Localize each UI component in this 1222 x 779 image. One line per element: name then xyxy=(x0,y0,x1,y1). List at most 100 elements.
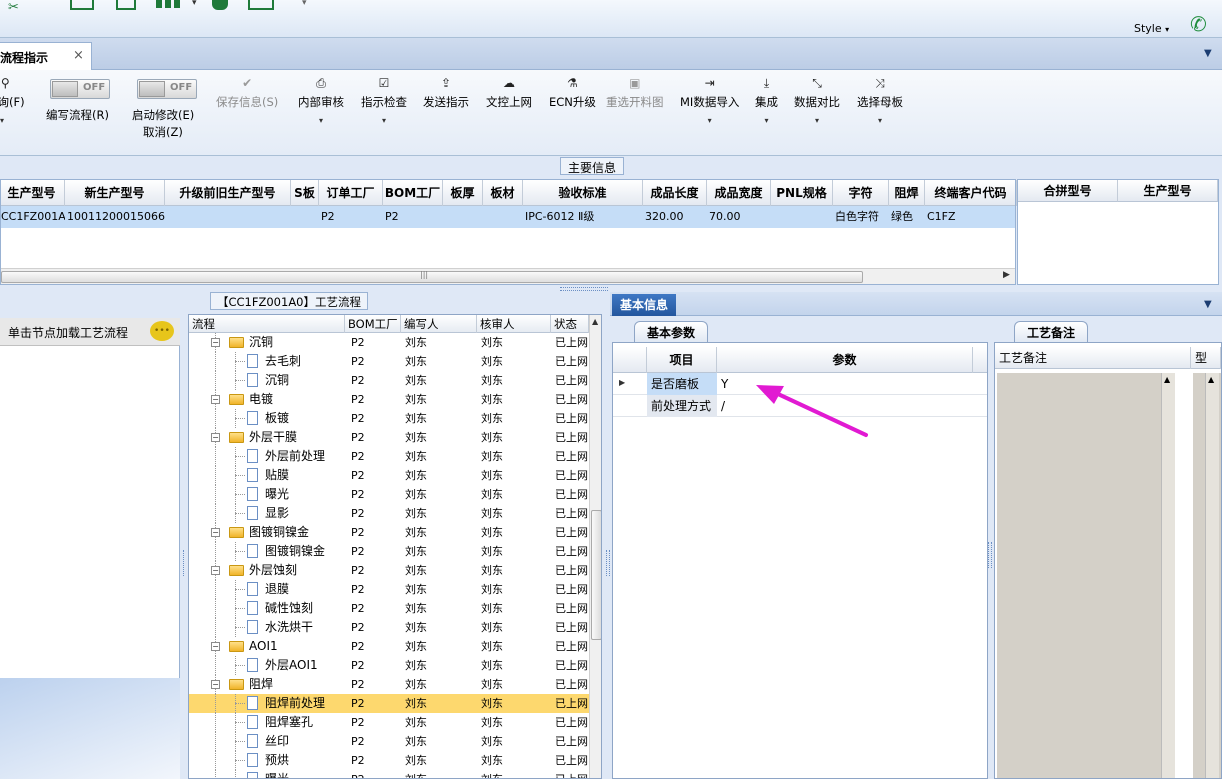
tree-node[interactable]: 外层AOI1 P2 刘东 刘东 已上网 xyxy=(189,656,589,675)
horizontal-splitter[interactable] xyxy=(560,287,608,291)
column-header[interactable]: 状态 xyxy=(551,315,589,333)
internal-review-button[interactable]: ⎙ 内部审核 ▾ xyxy=(298,74,344,125)
reselect-drawing-button[interactable]: ▣ 重选开料图 xyxy=(606,74,664,110)
table-cell[interactable]: P2 xyxy=(319,206,383,228)
table-cell[interactable] xyxy=(443,206,483,228)
mi-import-button[interactable]: ⇥ MI数据导入 ▾ xyxy=(680,74,739,125)
table-cell[interactable]: 10011200015066 xyxy=(65,206,165,228)
remark-textarea[interactable]: ▲ xyxy=(997,373,1175,778)
tab-new-flow-instruction[interactable]: 新流程指示 × xyxy=(0,42,92,70)
column-header[interactable]: PNL规格 xyxy=(771,180,833,206)
tab-list-dropdown-icon[interactable]: ▼ xyxy=(1204,48,1212,59)
tree-node[interactable]: 曝光 P2 刘东 刘东 已上网 xyxy=(189,770,589,778)
collapse-icon[interactable]: − xyxy=(211,680,220,689)
column-header[interactable]: 项目 xyxy=(647,347,717,373)
collapse-icon[interactable]: − xyxy=(211,642,220,651)
scrollbar-thumb[interactable] xyxy=(591,510,601,640)
column-header[interactable]: 成品长度 xyxy=(643,180,707,206)
tree-node[interactable]: 退膜 P2 刘东 刘东 已上网 xyxy=(189,580,589,599)
integrate-button[interactable]: ⤓ 集成 ▾ xyxy=(755,74,778,125)
edit-flow-toggle[interactable]: OFF xyxy=(50,79,110,99)
tree-node[interactable]: − 电镀 P2 刘东 刘东 已上网 xyxy=(189,390,589,409)
collapse-icon[interactable]: − xyxy=(211,395,220,404)
scroll-up-icon[interactable]: ▲ xyxy=(1208,375,1214,384)
column-header[interactable]: 工艺备注 xyxy=(995,347,1191,369)
scroll-right-icon[interactable]: ▶ xyxy=(1003,270,1010,280)
scroll-up-icon[interactable]: ▲ xyxy=(1164,375,1170,384)
collapse-icon[interactable]: − xyxy=(211,338,220,347)
tree-node[interactable]: 阻焊前处理 P2 刘东 刘东 已上网 xyxy=(189,694,589,713)
column-header[interactable]: 字符 xyxy=(833,180,889,206)
collapse-icon[interactable]: − xyxy=(211,528,220,537)
scrollbar-thumb[interactable]: ||| xyxy=(1,270,863,283)
grid-icon[interactable] xyxy=(156,0,180,8)
param-value[interactable]: Y xyxy=(717,373,973,395)
cancel-button[interactable]: 取消(Z) xyxy=(143,124,183,140)
column-header[interactable]: 流程 xyxy=(189,315,345,333)
tree-node[interactable]: − 外层蚀刻 P2 刘东 刘东 已上网 xyxy=(189,561,589,580)
scroll-up-icon[interactable]: ▲ xyxy=(592,317,598,326)
table-cell[interactable]: CC1FZ001A0 xyxy=(0,206,65,228)
column-header[interactable]: 阻焊 xyxy=(889,180,925,206)
upload-file-button[interactable]: ☁ 文控上网 xyxy=(486,74,532,110)
column-header[interactable]: 验收标准 xyxy=(523,180,643,206)
film-icon[interactable] xyxy=(70,0,94,10)
edit-flow-button[interactable]: 编写流程(R) xyxy=(46,107,109,123)
table-cell[interactable] xyxy=(483,206,523,228)
enable-modify-button[interactable]: 启动修改(E) xyxy=(132,107,194,123)
node-list[interactable] xyxy=(0,346,180,678)
tree-node[interactable]: 显影 P2 刘东 刘东 已上网 xyxy=(189,504,589,523)
vertical-scrollbar[interactable]: ▲ xyxy=(1161,373,1175,778)
table-cell[interactable] xyxy=(291,206,319,228)
column-header[interactable]: S板 xyxy=(291,180,319,206)
tree-node[interactable]: 图镀铜镍金 P2 刘东 刘东 已上网 xyxy=(189,542,589,561)
column-header[interactable]: 板材 xyxy=(483,180,523,206)
column-header[interactable]: 核审人 xyxy=(477,315,551,333)
column-header[interactable]: 参数 xyxy=(717,347,973,373)
column-header[interactable]: 订单工厂 xyxy=(319,180,383,206)
column-header[interactable]: BOM工厂 xyxy=(383,180,443,206)
select-master-button[interactable]: ⤨ 选择母板 ▾ xyxy=(857,74,903,125)
column-header[interactable]: 新生产型号 xyxy=(65,180,165,206)
tree-node[interactable]: 沉铜 P2 刘东 刘东 已上网 xyxy=(189,371,589,390)
table-cell[interactable]: 白色字符 xyxy=(833,206,889,228)
table-cell[interactable]: P2 xyxy=(383,206,443,228)
table-cell[interactable] xyxy=(165,206,291,228)
style-menu[interactable]: Style ▾ xyxy=(1134,22,1169,35)
query-button[interactable]: ⚲ 查询(F) ▾ xyxy=(0,74,25,125)
tree-node[interactable]: 去毛刺 P2 刘东 刘东 已上网 xyxy=(189,352,589,371)
table-cell[interactable]: C1FZ xyxy=(925,206,1017,228)
tab-basic-params[interactable]: 基本参数 xyxy=(634,321,709,343)
tree-node[interactable]: 丝印 P2 刘东 刘东 已上网 xyxy=(189,732,589,751)
panel-menu-icon[interactable]: ▼ xyxy=(1204,299,1212,310)
column-header[interactable]: 型 xyxy=(1191,347,1221,369)
ecn-upgrade-button[interactable]: ⚗ ECN升级 xyxy=(549,74,596,110)
param-row[interactable]: ▶ 是否磨板 Y xyxy=(613,373,987,395)
collapse-icon[interactable]: − xyxy=(211,433,220,442)
column-header[interactable]: 编写人 xyxy=(401,315,477,333)
tree-node[interactable]: 阻焊塞孔 P2 刘东 刘东 已上网 xyxy=(189,713,589,732)
vertical-scrollbar[interactable]: ▲ xyxy=(1205,373,1219,778)
table-cell[interactable]: 320.00 xyxy=(643,206,707,228)
user-icon[interactable] xyxy=(212,0,228,10)
send-instruction-button[interactable]: ⇪ 发送指示 xyxy=(423,74,469,110)
tree-node[interactable]: 曝光 P2 刘东 刘东 已上网 xyxy=(189,485,589,504)
tab-basic-info[interactable]: 基本信息 xyxy=(612,294,676,316)
tree-node[interactable]: 贴膜 P2 刘东 刘东 已上网 xyxy=(189,466,589,485)
chevron-down-icon[interactable]: ▾ xyxy=(302,0,307,12)
tree-node[interactable]: 水洗烘干 P2 刘东 刘东 已上网 xyxy=(189,618,589,637)
instruction-check-button[interactable]: ☑ 指示检查 ▾ xyxy=(361,74,407,125)
tree-node[interactable]: − AOI1 P2 刘东 刘东 已上网 xyxy=(189,637,589,656)
tree-node[interactable]: − 图镀铜镍金 P2 刘东 刘东 已上网 xyxy=(189,523,589,542)
column-header[interactable]: 合拼型号 xyxy=(1018,180,1118,202)
data-compare-button[interactable]: ⤡ 数据对比 ▾ xyxy=(794,74,840,125)
vertical-scrollbar[interactable]: ▲ xyxy=(589,315,601,778)
tree-node[interactable]: − 阻焊 P2 刘东 刘东 已上网 xyxy=(189,675,589,694)
tree-node[interactable]: 碱性蚀刻 P2 刘东 刘东 已上网 xyxy=(189,599,589,618)
table-row[interactable]: CC1FZ001A010011200015066 P2P2 IPC-6012 Ⅱ级3… xyxy=(1,206,1015,228)
copy-icon[interactable] xyxy=(116,0,136,10)
horizontal-scrollbar[interactable]: ||| ▶ xyxy=(1,268,1015,284)
column-header[interactable]: 终端客户代码 xyxy=(925,180,1017,206)
tree-node[interactable]: 板镀 P2 刘东 刘东 已上网 xyxy=(189,409,589,428)
tree-node[interactable]: − 沉铜 P2 刘东 刘东 已上网 xyxy=(189,333,589,352)
